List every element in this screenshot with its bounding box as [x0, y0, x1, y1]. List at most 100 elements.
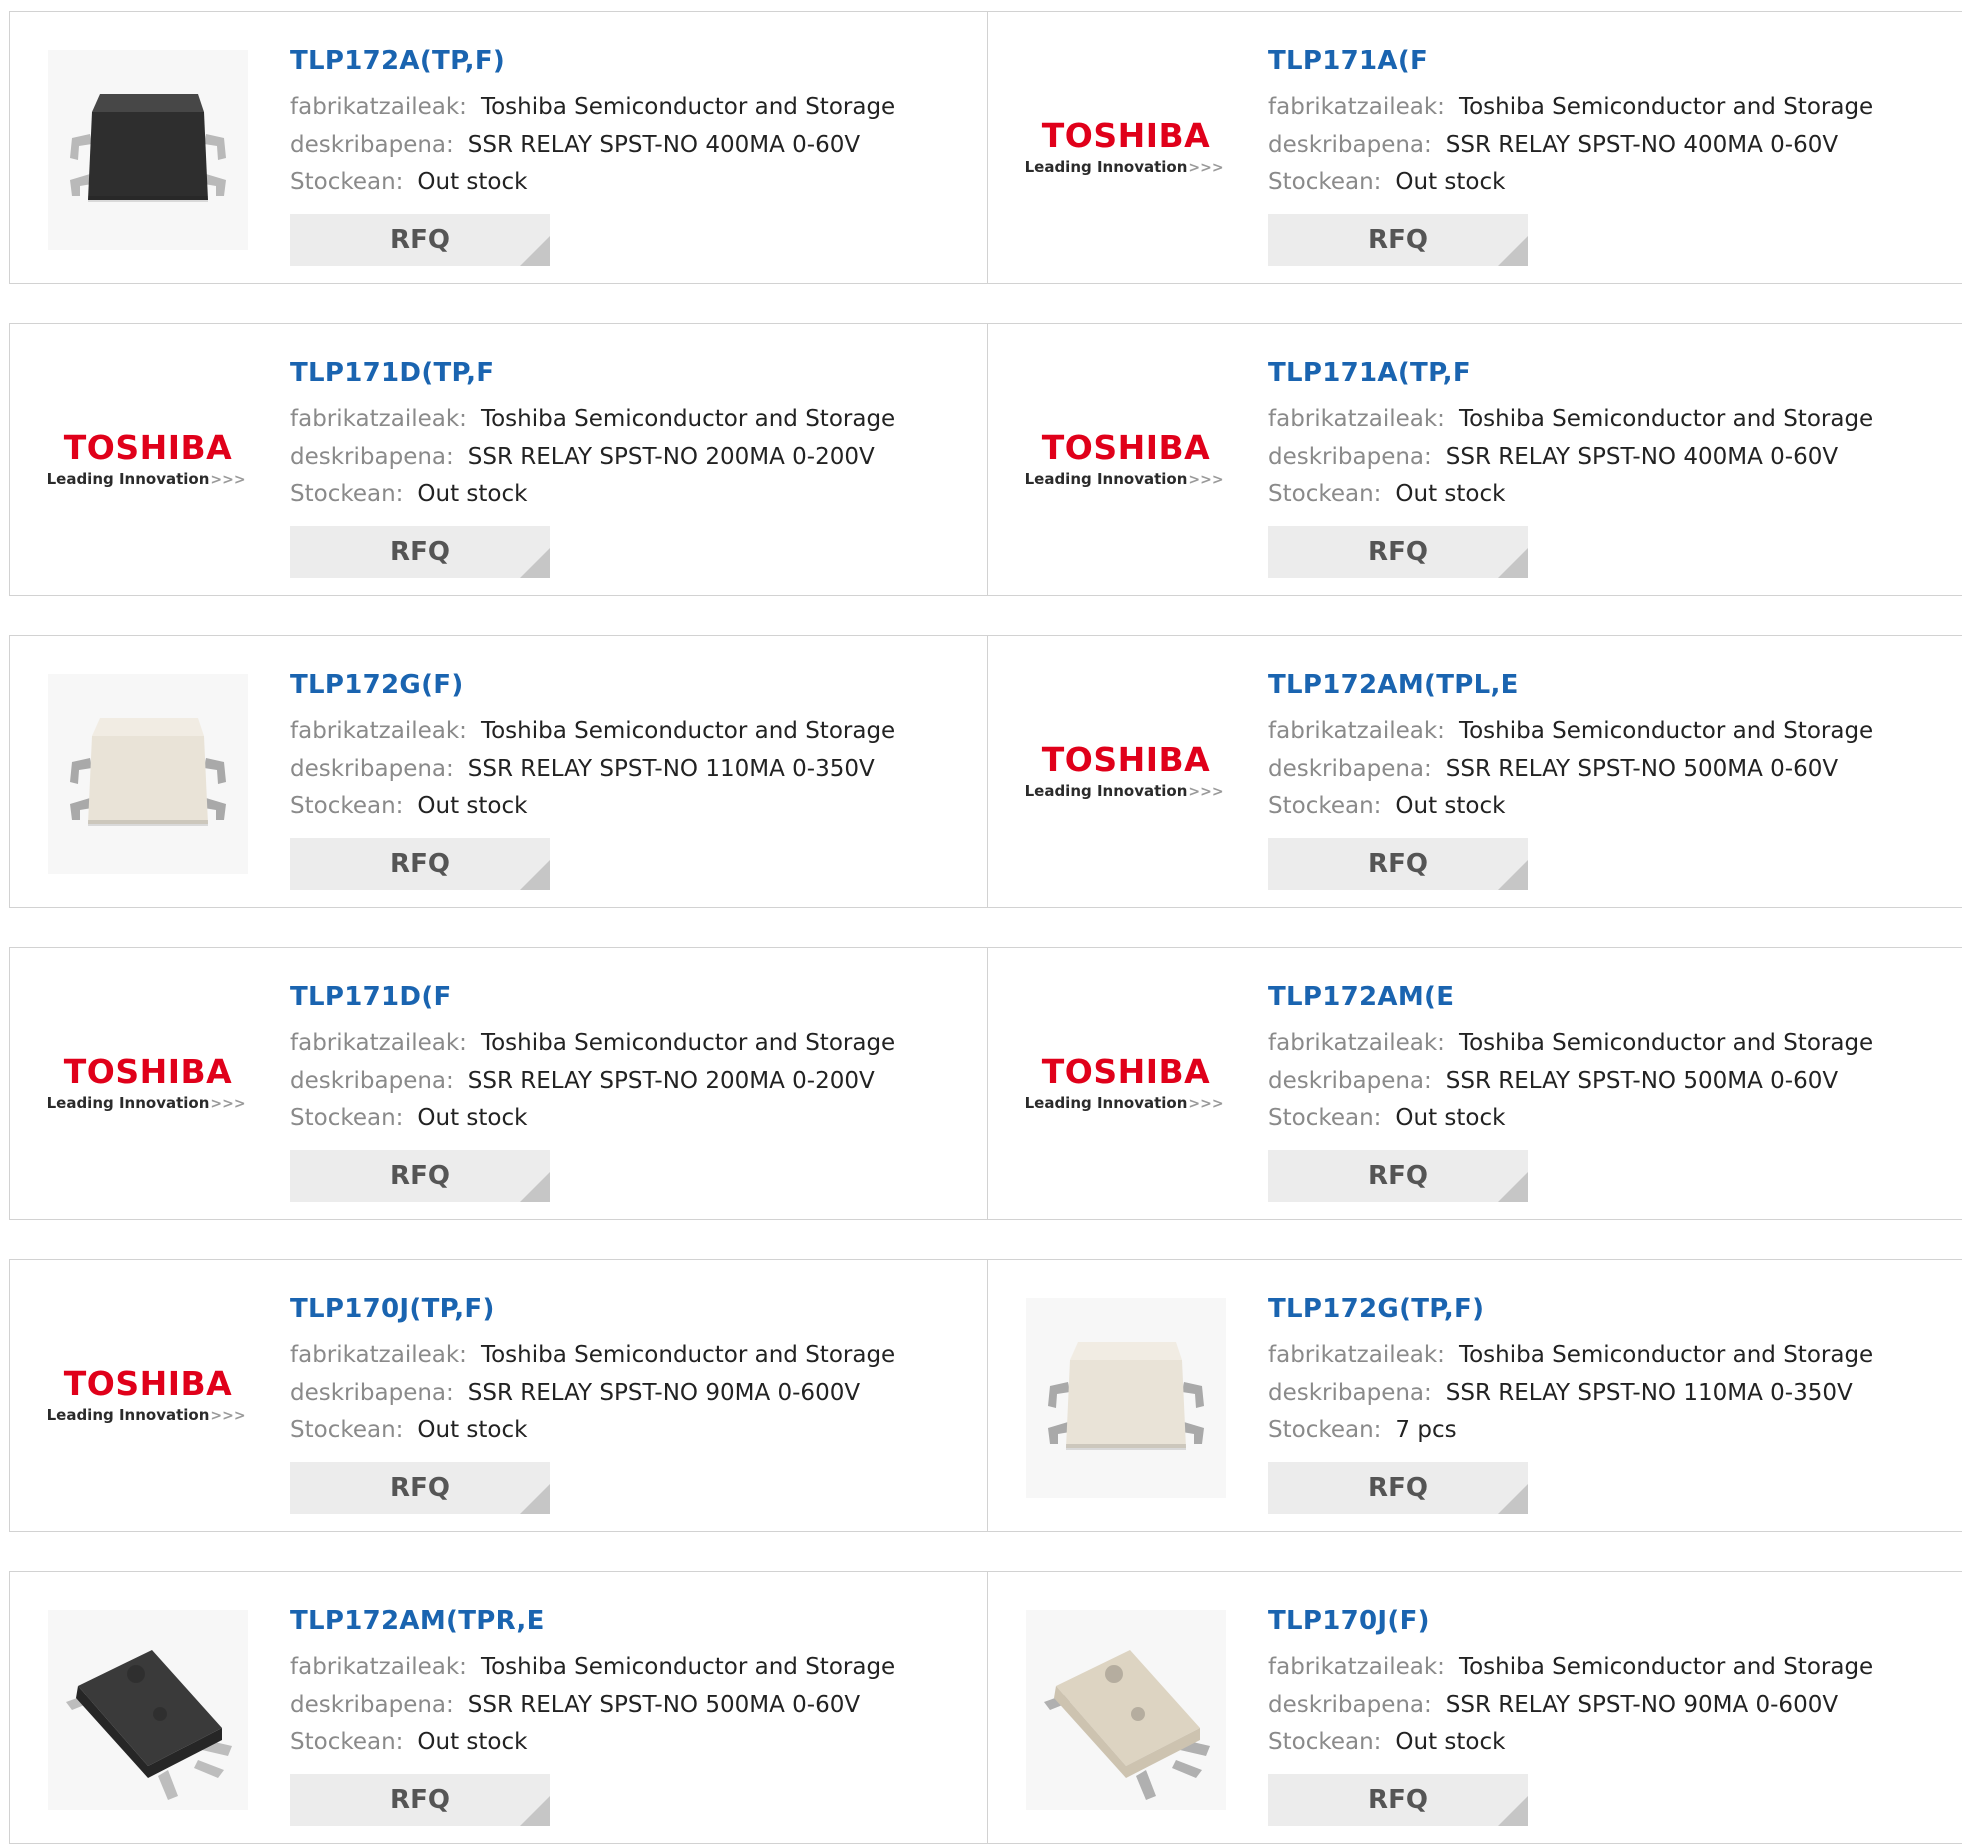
product-row: TOSHIBA Leading Innovation >>> TLP171D(T…: [9, 323, 1962, 596]
rfq-corner-fold: [520, 860, 550, 890]
manufacturer-value: Toshiba Semiconductor and Storage: [1458, 406, 1874, 432]
manufacturer-value: Toshiba Semiconductor and Storage: [1458, 718, 1874, 744]
description-label: deskribapena:: [290, 1380, 454, 1406]
stock-label: Stockean:: [1268, 1729, 1382, 1755]
manufacturer-label: fabrikatzaileak:: [290, 1030, 467, 1056]
product-row: TLP172AM(TPR,E fabrikatzaileak: Toshiba S…: [9, 1571, 1962, 1844]
product-name-link[interactable]: TLP172G(F): [290, 670, 464, 700]
rfq-corner-fold: [1498, 548, 1528, 578]
product-name-link[interactable]: TLP172G(TP,F): [1268, 1294, 1484, 1324]
stock-value: Out stock: [417, 1105, 528, 1131]
product-grid: TLP172A(TP,F) fabrikatzaileak: Toshiba Se…: [0, 0, 1962, 1844]
description-line: deskribapena: SSR RELAY SPST-NO 400MA 0-6…: [1268, 442, 1838, 472]
manufacturer-line: fabrikatzaileak: Toshiba Semiconductor an…: [290, 716, 895, 746]
product-name-link[interactable]: TLP172AM(E: [1268, 982, 1454, 1012]
rfq-button[interactable]: RFQ: [1268, 838, 1528, 890]
product-name-link[interactable]: TLP171A(TP,F: [1268, 358, 1471, 388]
rfq-button[interactable]: RFQ: [290, 1462, 550, 1514]
rfq-button[interactable]: RFQ: [290, 526, 550, 578]
product-image[interactable]: [1026, 1610, 1226, 1810]
rfq-button[interactable]: RFQ: [1268, 1774, 1528, 1826]
chip-photo-icon: [1026, 1610, 1226, 1810]
product-card: TOSHIBA Leading Innovation >>> TLP171A(F…: [988, 12, 1962, 283]
toshiba-logo-icon: TOSHIBA Leading Innovation >>>: [1026, 740, 1224, 800]
rfq-button[interactable]: RFQ: [290, 838, 550, 890]
product-name-link[interactable]: TLP170J(TP,F): [290, 1294, 495, 1324]
description-label: deskribapena:: [290, 756, 454, 782]
rfq-corner-fold: [1498, 1484, 1528, 1514]
manufacturer-value: Toshiba Semiconductor and Storage: [480, 94, 896, 120]
product-image[interactable]: [48, 50, 248, 250]
manufacturer-line: fabrikatzaileak: Toshiba Semiconductor an…: [290, 1652, 895, 1682]
rfq-label: RFQ: [390, 1785, 450, 1815]
manufacturer-label: fabrikatzaileak:: [290, 1342, 467, 1368]
rfq-button[interactable]: RFQ: [290, 1150, 550, 1202]
manufacturer-label: fabrikatzaileak:: [1268, 406, 1445, 432]
product-card: TOSHIBA Leading Innovation >>> TLP171A(T…: [988, 324, 1962, 595]
product-card: TOSHIBA Leading Innovation >>> TLP171D(F…: [10, 948, 986, 1219]
rfq-button[interactable]: RFQ: [290, 1774, 550, 1826]
product-row: TLP172G(F) fabrikatzaileak: Toshiba Semic…: [9, 635, 1962, 908]
product-card: TOSHIBA Leading Innovation >>> TLP170J(T…: [10, 1260, 986, 1531]
svg-text:>>>: >>>: [1188, 472, 1223, 488]
stock-label: Stockean:: [290, 1729, 404, 1755]
stock-label: Stockean:: [290, 169, 404, 195]
description-line: deskribapena: SSR RELAY SPST-NO 90MA 0-60…: [290, 1378, 860, 1408]
description-line: deskribapena: SSR RELAY SPST-NO 500MA 0-6…: [1268, 754, 1838, 784]
product-image[interactable]: TOSHIBA Leading Innovation >>>: [48, 1298, 248, 1498]
rfq-button[interactable]: RFQ: [1268, 1462, 1528, 1514]
rfq-button[interactable]: RFQ: [1268, 214, 1528, 266]
manufacturer-line: fabrikatzaileak: Toshiba Semiconductor an…: [1268, 716, 1873, 746]
product-name-link[interactable]: TLP172A(TP,F): [290, 46, 505, 76]
rfq-label: RFQ: [1368, 1785, 1428, 1815]
description-line: deskribapena: SSR RELAY SPST-NO 500MA 0-6…: [1268, 1066, 1838, 1096]
product-name-link[interactable]: TLP172AM(TPL,E: [1268, 670, 1519, 700]
rfq-button[interactable]: RFQ: [290, 214, 550, 266]
manufacturer-line: fabrikatzaileak: Toshiba Semiconductor an…: [1268, 404, 1873, 434]
svg-text:TOSHIBA: TOSHIBA: [1042, 428, 1210, 467]
rfq-button[interactable]: RFQ: [1268, 1150, 1528, 1202]
rfq-corner-fold: [1498, 236, 1528, 266]
manufacturer-label: fabrikatzaileak:: [1268, 1030, 1445, 1056]
product-image[interactable]: TOSHIBA Leading Innovation >>>: [48, 986, 248, 1186]
description-value: SSR RELAY SPST-NO 400MA 0-60V: [467, 132, 861, 158]
svg-text:TOSHIBA: TOSHIBA: [64, 428, 232, 467]
manufacturer-line: fabrikatzaileak: Toshiba Semiconductor an…: [1268, 1028, 1873, 1058]
product-image[interactable]: TOSHIBA Leading Innovation >>>: [1026, 674, 1226, 874]
product-image[interactable]: TOSHIBA Leading Innovation >>>: [48, 362, 248, 562]
product-name-link[interactable]: TLP172AM(TPR,E: [290, 1606, 545, 1636]
description-label: deskribapena:: [290, 444, 454, 470]
stock-label: Stockean:: [1268, 1105, 1382, 1131]
svg-text:TOSHIBA: TOSHIBA: [64, 1364, 232, 1403]
manufacturer-value: Toshiba Semiconductor and Storage: [1458, 1342, 1874, 1368]
svg-text:Leading Innovation: Leading Innovation: [48, 1406, 209, 1424]
product-name-link[interactable]: TLP171D(TP,F: [290, 358, 494, 388]
product-image[interactable]: [48, 674, 248, 874]
rfq-label: RFQ: [1368, 1473, 1428, 1503]
description-label: deskribapena:: [1268, 1068, 1432, 1094]
manufacturer-line: fabrikatzaileak: Toshiba Semiconductor an…: [290, 404, 895, 434]
description-label: deskribapena:: [1268, 132, 1432, 158]
product-image[interactable]: TOSHIBA Leading Innovation >>>: [1026, 50, 1226, 250]
rfq-button[interactable]: RFQ: [1268, 526, 1528, 578]
description-line: deskribapena: SSR RELAY SPST-NO 110MA 0-3…: [290, 754, 875, 784]
stock-value: Out stock: [1395, 1729, 1506, 1755]
manufacturer-label: fabrikatzaileak:: [290, 1654, 467, 1680]
svg-text:Leading Innovation: Leading Innovation: [1026, 782, 1187, 800]
stock-label: Stockean:: [290, 481, 404, 507]
product-image[interactable]: [48, 1610, 248, 1810]
manufacturer-value: Toshiba Semiconductor and Storage: [480, 1342, 896, 1368]
stock-line: Stockean: Out stock: [1268, 1727, 1505, 1757]
product-name-link[interactable]: TLP171A(F: [1268, 46, 1428, 76]
product-image[interactable]: TOSHIBA Leading Innovation >>>: [1026, 362, 1226, 562]
product-name-link[interactable]: TLP171D(F: [290, 982, 452, 1012]
stock-value: Out stock: [1395, 793, 1506, 819]
product-card: TOSHIBA Leading Innovation >>> TLP171D(T…: [10, 324, 986, 595]
stock-value: Out stock: [417, 1417, 528, 1443]
product-image[interactable]: TOSHIBA Leading Innovation >>>: [1026, 986, 1226, 1186]
product-name-link[interactable]: TLP170J(F): [1268, 1606, 1430, 1636]
description-line: deskribapena: SSR RELAY SPST-NO 500MA 0-6…: [290, 1690, 860, 1720]
product-card: TLP172A(TP,F) fabrikatzaileak: Toshiba Se…: [10, 12, 986, 283]
product-image[interactable]: [1026, 1298, 1226, 1498]
manufacturer-value: Toshiba Semiconductor and Storage: [480, 1654, 896, 1680]
